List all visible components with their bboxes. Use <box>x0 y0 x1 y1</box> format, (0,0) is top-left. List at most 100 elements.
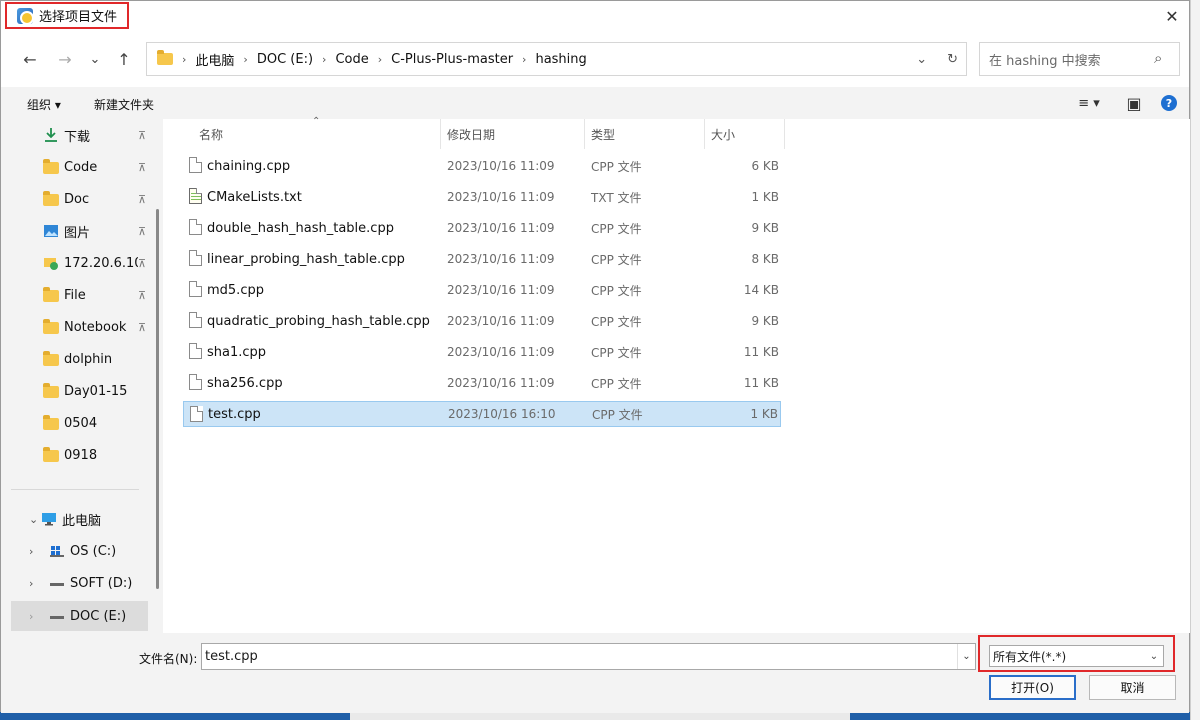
column-header-label: 名称 <box>199 128 224 142</box>
chevron-right-icon[interactable]: › <box>29 545 33 558</box>
new-folder-button[interactable]: 新建文件夹 <box>94 96 154 113</box>
sidebar-item-doc[interactable]: Doc ⊼ <box>11 185 148 213</box>
file-row[interactable]: quadratic_probing_hash_table.cpp 2023/10… <box>183 308 781 334</box>
cancel-button[interactable]: 取消 <box>1089 675 1176 700</box>
breadcrumb-cplusplus-master[interactable]: C-Plus-Plus-master <box>391 52 513 67</box>
file-name: sha256.cpp <box>207 375 283 391</box>
column-header-size[interactable]: 大小 <box>711 126 735 143</box>
forward-arrow-icon[interactable]: → <box>53 47 77 71</box>
file-name: sha1.cpp <box>207 344 267 360</box>
column-header-type[interactable]: 类型 <box>591 126 615 143</box>
chevron-down-icon[interactable]: ⌄ <box>29 513 38 526</box>
column-divider[interactable] <box>440 119 441 149</box>
breadcrumb-hashing[interactable]: hashing <box>535 52 586 67</box>
chevron-down-icon[interactable]: ⌄ <box>1145 646 1163 666</box>
folder-icon <box>43 383 59 398</box>
sidebar-item-day01-15[interactable]: Day01-15 <box>11 377 148 405</box>
organize-menu-button[interactable]: 组织 ▾ <box>27 96 61 113</box>
file-type: CPP 文件 <box>592 407 643 422</box>
recent-locations-chevron-icon[interactable]: ⌄ <box>83 47 107 71</box>
column-header-date[interactable]: 修改日期 <box>447 126 495 143</box>
help-button[interactable]: ? <box>1157 92 1181 114</box>
file-row[interactable]: sha1.cpp 2023/10/16 11:09 CPP 文件 11 KB <box>183 339 781 365</box>
file-type: CPP 文件 <box>591 159 642 174</box>
breadcrumb-doc-drive[interactable]: DOC (E:) <box>257 52 313 67</box>
address-bar[interactable]: › 此电脑 › DOC (E:) › Code › C-Plus-Plus-ma… <box>146 42 967 76</box>
file-row[interactable]: md5.cpp 2023/10/16 11:09 CPP 文件 14 KB <box>183 277 781 303</box>
file-size: 1 KB <box>750 407 778 421</box>
filename-value: test.cpp <box>205 649 258 664</box>
filename-input[interactable]: test.cpp ⌄ <box>201 643 976 670</box>
file-row[interactable]: sha256.cpp 2023/10/16 11:09 CPP 文件 11 KB <box>183 370 781 396</box>
app-icon <box>17 7 34 25</box>
sidebar-item-label: 此电脑 <box>62 513 102 529</box>
sidebar-item-file[interactable]: File ⊼ <box>11 281 148 309</box>
sidebar-item-label: Code <box>64 159 98 175</box>
file-row[interactable]: CMakeLists.txt 2023/10/16 11:09 TXT 文件 1… <box>183 184 781 210</box>
sidebar-item-0504[interactable]: 0504 <box>11 409 148 437</box>
sidebar-item-code[interactable]: Code ⊼ <box>11 153 148 181</box>
preview-pane-icon[interactable]: ▣ <box>1122 92 1146 114</box>
filename-label: 文件名(N): <box>139 652 198 666</box>
file-type-filter-value: 所有文件(*.*) <box>993 649 1067 664</box>
file-date: 2023/10/16 11:09 <box>447 314 555 328</box>
file-row[interactable]: chaining.cpp 2023/10/16 11:09 CPP 文件 6 K… <box>183 153 781 179</box>
up-arrow-icon[interactable]: ↑ <box>112 47 136 71</box>
file-size: 11 KB <box>743 376 779 390</box>
column-divider[interactable] <box>584 119 585 149</box>
breadcrumb-code[interactable]: Code <box>335 52 368 67</box>
breadcrumb-this-pc[interactable]: 此电脑 <box>195 50 234 69</box>
sidebar-item-dolphin[interactable]: dolphin <box>11 345 148 373</box>
file-size: 8 KB <box>751 252 779 266</box>
file-icon <box>189 250 202 266</box>
file-row[interactable]: double_hash_hash_table.cpp 2023/10/16 11… <box>183 215 781 241</box>
back-arrow-icon[interactable]: ← <box>18 47 42 71</box>
folder-icon <box>43 287 59 302</box>
sidebar-scrollbar[interactable] <box>156 209 159 589</box>
column-divider[interactable] <box>784 119 785 149</box>
sidebar-item-network-share[interactable]: 172.20.6.100 ⊼ <box>11 249 148 277</box>
column-divider[interactable] <box>704 119 705 149</box>
file-name: md5.cpp <box>207 282 264 298</box>
open-button[interactable]: 打开(O) <box>989 675 1076 700</box>
filename-history-chevron-icon[interactable]: ⌄ <box>957 644 975 669</box>
folder-icon <box>43 447 59 462</box>
sidebar-item-notebook[interactable]: Notebook ⊼ <box>11 313 148 341</box>
sidebar-item-label: DOC (E:) <box>70 608 127 624</box>
close-icon[interactable]: ✕ <box>1161 5 1183 27</box>
folder-icon <box>43 351 59 366</box>
chevron-right-icon[interactable]: › <box>29 577 33 590</box>
computer-icon <box>41 511 57 527</box>
pin-icon: ⊼ <box>137 128 146 142</box>
pin-icon: ⊼ <box>137 192 146 206</box>
file-date: 2023/10/16 11:09 <box>447 283 555 297</box>
title-bar: 选择项目文件 ✕ <box>1 1 1189 31</box>
sidebar-item-drive-c[interactable]: › OS (C:) <box>11 537 148 565</box>
chevron-right-icon[interactable]: › <box>29 610 33 623</box>
file-size: 14 KB <box>743 283 779 297</box>
folder-icon <box>157 50 173 65</box>
file-type-filter-select[interactable]: 所有文件(*.*) ⌄ <box>989 645 1164 667</box>
file-date: 2023/10/16 11:09 <box>447 190 555 204</box>
file-date: 2023/10/16 11:09 <box>447 345 555 359</box>
dialog-footer: 文件名(N): test.cpp ⌄ 所有文件(*.*) ⌄ 打开(O) 取消 <box>1 633 1189 713</box>
search-icon[interactable]: ⌕ <box>1154 49 1179 67</box>
refresh-icon[interactable]: ↻ <box>947 52 958 67</box>
column-header-name[interactable]: 名称 <box>199 126 223 143</box>
sidebar-item-label: Notebook <box>64 319 127 335</box>
file-size: 9 KB <box>751 221 779 235</box>
file-row-selected[interactable]: test.cpp 2023/10/16 16:10 CPP 文件 1 KB <box>183 401 781 427</box>
sidebar-item-drive-e[interactable]: › DOC (E:) <box>11 601 148 631</box>
view-options-icon[interactable]: ≡ ▾ <box>1069 92 1109 114</box>
address-dropdown-icon[interactable]: ⌄ <box>916 52 927 67</box>
file-row[interactable]: linear_probing_hash_table.cpp 2023/10/16… <box>183 246 781 272</box>
sidebar-item-drive-d[interactable]: › SOFT (D:) <box>11 569 148 597</box>
search-input[interactable]: 在 hashing 中搜索 <box>979 42 1180 76</box>
sidebar-item-downloads[interactable]: 下载 ⊼ <box>11 121 148 149</box>
sidebar-item-0918[interactable]: 0918 <box>11 441 148 469</box>
sidebar-item-pictures[interactable]: 图片 ⊼ <box>11 217 148 245</box>
pictures-icon <box>43 223 59 239</box>
pin-icon: ⊼ <box>137 224 146 238</box>
sidebar-item-this-pc[interactable]: ⌄ 此电脑 <box>11 505 148 533</box>
network-drive-icon <box>43 255 59 271</box>
